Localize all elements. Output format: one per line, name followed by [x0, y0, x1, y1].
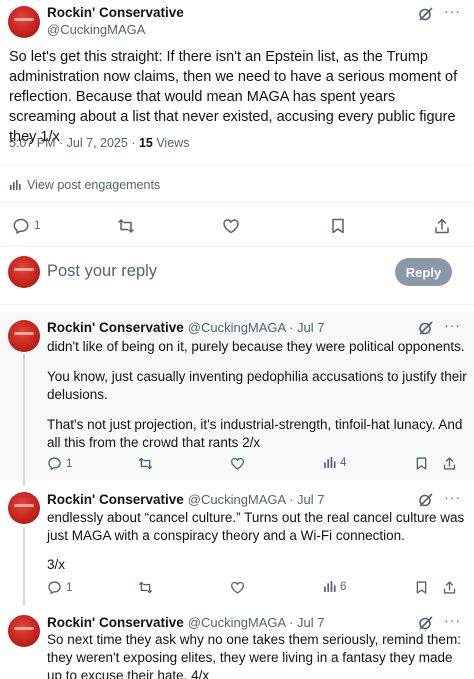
grok-icon[interactable] — [418, 492, 434, 508]
bookmark-button[interactable] — [414, 456, 429, 471]
reply-text: So next time they ask why no one takes t… — [47, 632, 461, 679]
reply-text: 3/x — [47, 557, 66, 572]
divider — [0, 202, 474, 203]
author-name[interactable]: Rockin' Conservative — [47, 320, 184, 335]
share-icon — [443, 581, 456, 594]
author-name[interactable]: Rockin' Conservative — [47, 5, 184, 20]
grok-icon[interactable] — [418, 615, 434, 631]
repost-icon — [139, 581, 152, 594]
timestamp-text[interactable]: 5:07 PM · Jul 7, 2025 · — [9, 136, 139, 150]
reply-text: didn't like of being on it, purely becau… — [47, 339, 465, 354]
bookmark-icon — [332, 218, 344, 234]
views-button[interactable]: 4 — [323, 456, 346, 469]
reply-button[interactable]: 1 — [47, 580, 72, 595]
post-timestamp: 5:07 PM · Jul 7, 2025 · 15 Views — [9, 136, 189, 150]
view-engagements-label: View post engagements — [27, 178, 161, 192]
repost-button[interactable] — [117, 217, 135, 235]
avatar[interactable] — [8, 6, 40, 38]
reply-submit-button[interactable]: Reply — [395, 258, 452, 286]
author-name[interactable]: Rockin' Conservative — [47, 615, 184, 630]
views-button[interactable]: 6 — [323, 580, 346, 593]
reply-icon — [48, 457, 61, 470]
thread-connector — [23, 354, 25, 486]
reply-button[interactable]: 1 — [47, 456, 72, 471]
more-icon[interactable]: ··· — [444, 318, 461, 332]
post-text: So let's get this straight: If there isn… — [9, 49, 458, 145]
reply-text: That's not just projection, it's industr… — [47, 417, 463, 450]
reply-icon — [13, 218, 29, 234]
divider — [0, 246, 474, 247]
thread-connector — [23, 527, 25, 605]
like-button[interactable] — [222, 217, 240, 235]
more-icon[interactable]: ··· — [444, 4, 461, 18]
reply-count: 1 — [66, 457, 73, 470]
author-name[interactable]: Rockin' Conservative — [47, 492, 184, 507]
reply-input[interactable]: Post your reply — [47, 262, 157, 281]
reply-count: 1 — [34, 220, 41, 232]
repost-button[interactable] — [138, 456, 153, 471]
like-button[interactable] — [230, 456, 245, 471]
divider — [0, 304, 474, 305]
repost-button[interactable] — [138, 580, 153, 595]
views-count: 4 — [340, 456, 347, 469]
author-handle[interactable]: @CuckingMAGA — [47, 22, 145, 37]
share-button[interactable] — [442, 580, 457, 595]
reply-header: Rockin' Conservative @CuckingMAGA · Jul … — [47, 492, 325, 507]
heart-icon — [231, 457, 244, 470]
reply-count: 1 — [66, 581, 73, 594]
views-count: 6 — [340, 580, 347, 593]
views-label: Views — [152, 136, 190, 150]
analytics-icon — [324, 457, 336, 468]
grok-icon[interactable] — [418, 6, 434, 22]
bookmark-icon — [416, 457, 427, 470]
bookmark-button[interactable] — [414, 580, 429, 595]
reply-button[interactable]: 1 — [12, 217, 40, 235]
bookmark-button[interactable] — [329, 217, 347, 235]
author-meta[interactable]: @CuckingMAGA · Jul 7 — [188, 320, 325, 335]
author-meta[interactable]: @CuckingMAGA · Jul 7 — [188, 492, 325, 507]
author-meta[interactable]: @CuckingMAGA · Jul 7 — [188, 615, 325, 630]
like-button[interactable] — [230, 580, 245, 595]
more-icon[interactable]: ··· — [444, 490, 461, 504]
reply-icon — [48, 581, 61, 594]
reply-header: Rockin' Conservative @CuckingMAGA · Jul … — [47, 320, 325, 335]
share-button[interactable] — [442, 456, 457, 471]
grok-icon[interactable] — [418, 320, 434, 336]
views-count: 15 — [138, 136, 153, 150]
heart-icon — [231, 581, 244, 594]
share-button[interactable] — [433, 217, 451, 235]
avatar[interactable] — [8, 492, 40, 524]
share-icon — [435, 218, 449, 234]
analytics-icon — [10, 180, 21, 190]
divider — [0, 164, 474, 165]
reply-header: Rockin' Conservative @CuckingMAGA · Jul … — [47, 615, 325, 630]
view-engagements-row[interactable]: View post engagements — [9, 178, 160, 192]
repost-icon — [139, 457, 152, 470]
avatar[interactable] — [8, 615, 40, 647]
reply-text: You know, just casually inventing pedoph… — [47, 369, 467, 402]
more-icon[interactable]: ··· — [444, 613, 461, 627]
bookmark-icon — [416, 581, 427, 594]
analytics-icon — [324, 581, 336, 592]
heart-icon — [223, 219, 239, 234]
composer-avatar[interactable] — [8, 256, 40, 288]
reply-text: endlessly about “cancel culture.” Turns … — [47, 510, 465, 543]
repost-icon — [118, 219, 134, 233]
avatar[interactable] — [8, 320, 40, 352]
share-icon — [443, 457, 456, 470]
